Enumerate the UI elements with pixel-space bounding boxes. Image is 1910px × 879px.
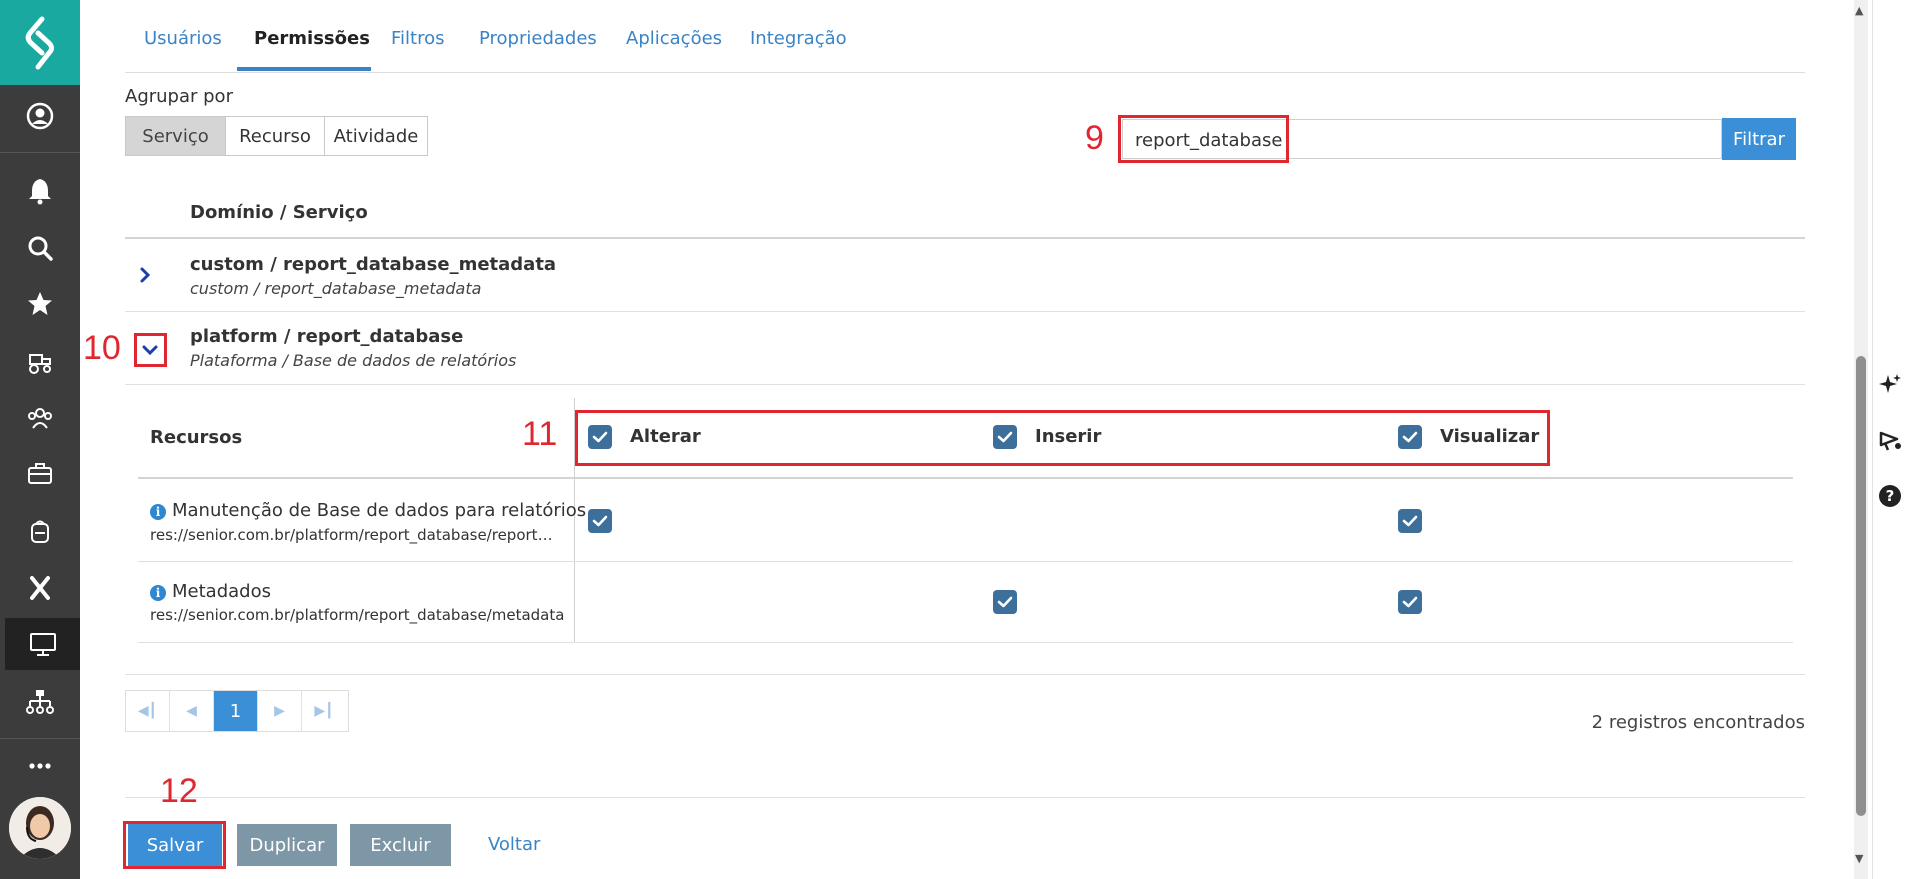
tab-integracao[interactable]: Integração bbox=[750, 28, 847, 64]
tab-filtros[interactable]: Filtros bbox=[391, 28, 445, 64]
nav-divider bbox=[0, 152, 80, 153]
resource-path: res://senior.com.br/platform/report_data… bbox=[150, 606, 565, 624]
grid-row-divider bbox=[138, 642, 1793, 643]
app-logo[interactable] bbox=[0, 0, 80, 85]
column-header-inserir: Inserir bbox=[1035, 426, 1102, 447]
nav-more-icon[interactable] bbox=[0, 740, 80, 792]
resource-name: Metadados bbox=[172, 581, 271, 602]
last-page-icon[interactable]: ▶┃ bbox=[302, 691, 346, 731]
user-avatar[interactable] bbox=[9, 797, 71, 859]
duplicate-button[interactable]: Duplicar bbox=[237, 824, 337, 866]
annotation-box-filter bbox=[1118, 115, 1289, 163]
annotation-step-10: 10 bbox=[83, 329, 121, 367]
scroll-up-icon[interactable]: ▲ bbox=[1855, 4, 1863, 17]
nav-bell-icon[interactable] bbox=[0, 164, 80, 216]
records-count: 2 registros encontrados bbox=[1591, 712, 1805, 733]
chevron-right-icon bbox=[140, 267, 151, 283]
row-title: platform / report_database bbox=[190, 326, 464, 347]
scrollbar-thumb[interactable] bbox=[1856, 356, 1866, 816]
grid-row-divider bbox=[138, 561, 1793, 562]
resource-path: res://senior.com.br/platform/report_data… bbox=[150, 526, 560, 544]
column-header-alterar: Alterar bbox=[630, 426, 701, 447]
nav-briefcase-icon[interactable] bbox=[0, 448, 80, 500]
group-by-recurso-button[interactable]: Recurso bbox=[225, 116, 325, 156]
group-by-label: Agrupar por bbox=[125, 86, 233, 107]
annotation-step-11: 11 bbox=[522, 415, 558, 453]
delete-button[interactable]: Excluir bbox=[350, 824, 451, 866]
select-all-inserir-checkbox[interactable] bbox=[993, 425, 1017, 449]
nav-tractor-icon[interactable] bbox=[0, 335, 80, 387]
resources-header: Recursos bbox=[150, 427, 243, 448]
sparkle-icon[interactable] bbox=[1877, 372, 1903, 398]
nav-org-chart-icon[interactable] bbox=[0, 676, 80, 728]
right-rail-divider bbox=[1872, 0, 1873, 879]
chevron-down-icon bbox=[142, 345, 158, 356]
expand-row-button[interactable] bbox=[133, 263, 157, 287]
tab-aplicacoes[interactable]: Aplicações bbox=[626, 28, 722, 64]
scroll-down-icon[interactable]: ▼ bbox=[1855, 852, 1863, 865]
annotation-step-12: 12 bbox=[160, 772, 198, 810]
column-header-visualizar: Visualizar bbox=[1440, 426, 1540, 447]
row-divider bbox=[125, 384, 1805, 385]
back-link[interactable]: Voltar bbox=[488, 834, 540, 855]
pagination: ◀┃ ◀ 1 ▶ ▶┃ bbox=[125, 690, 349, 732]
left-navigation bbox=[0, 0, 80, 879]
permission-checkbox-visualizar[interactable] bbox=[1398, 509, 1422, 533]
info-icon[interactable]: i bbox=[150, 585, 166, 601]
nav-monitor-icon[interactable] bbox=[5, 618, 80, 670]
row-divider bbox=[125, 311, 1805, 312]
column-header-domain-service: Domínio / Serviço bbox=[190, 202, 368, 223]
senior-logo-icon bbox=[25, 16, 54, 69]
nav-x-icon[interactable] bbox=[0, 562, 80, 614]
nav-profile-icon[interactable] bbox=[0, 90, 80, 142]
nav-search-icon[interactable] bbox=[0, 222, 80, 274]
resource-name: Manutenção de Base de dados para relatór… bbox=[172, 500, 587, 521]
row-subtitle: custom / report_database_metadata bbox=[190, 279, 482, 298]
row-subtitle: Plataforma / Base de dados de relatórios bbox=[190, 351, 517, 370]
tab-usuarios[interactable]: Usuários bbox=[144, 28, 222, 64]
nav-divider bbox=[0, 738, 80, 739]
check-icon bbox=[1402, 431, 1418, 443]
tabs-divider bbox=[125, 72, 1805, 73]
check-icon bbox=[592, 431, 608, 443]
permission-checkbox-inserir[interactable] bbox=[993, 590, 1017, 614]
annotation-step-9: 9 bbox=[1085, 119, 1104, 157]
info-icon[interactable]: i bbox=[150, 504, 166, 520]
nav-team-icon[interactable] bbox=[0, 392, 80, 444]
tab-propriedades[interactable]: Propriedades bbox=[479, 28, 597, 64]
row-title: custom / report_database_metadata bbox=[190, 254, 557, 275]
next-page-icon[interactable]: ▶ bbox=[258, 691, 302, 731]
first-page-icon[interactable]: ◀┃ bbox=[126, 691, 170, 731]
permission-checkbox-visualizar[interactable] bbox=[1398, 590, 1422, 614]
check-icon bbox=[997, 596, 1013, 608]
check-icon bbox=[997, 431, 1013, 443]
save-button[interactable]: Salvar bbox=[128, 824, 222, 866]
check-icon bbox=[1402, 515, 1418, 527]
active-tab-indicator bbox=[237, 67, 371, 71]
select-all-visualizar-checkbox[interactable] bbox=[1398, 425, 1422, 449]
footer-divider bbox=[125, 797, 1805, 798]
help-icon[interactable]: ? bbox=[1879, 485, 1901, 507]
nav-backpack-icon[interactable] bbox=[0, 505, 80, 557]
avatar-portrait-icon bbox=[9, 797, 71, 859]
grid-header-divider bbox=[138, 477, 1793, 479]
nav-star-icon[interactable] bbox=[0, 278, 80, 330]
permission-checkbox-alterar[interactable] bbox=[588, 509, 612, 533]
tab-permissoes[interactable]: Permissões bbox=[254, 28, 370, 64]
previous-page-icon[interactable]: ◀ bbox=[170, 691, 214, 731]
page-number-current[interactable]: 1 bbox=[214, 691, 258, 731]
select-all-alterar-checkbox[interactable] bbox=[588, 425, 612, 449]
announcement-icon[interactable] bbox=[1877, 428, 1903, 454]
check-icon bbox=[1402, 596, 1418, 608]
group-by-atividade-button[interactable]: Atividade bbox=[324, 116, 428, 156]
filter-button[interactable]: Filtrar bbox=[1722, 118, 1796, 160]
check-icon bbox=[592, 515, 608, 527]
table-bottom-divider bbox=[125, 674, 1805, 675]
collapse-row-button[interactable] bbox=[138, 338, 162, 362]
header-divider bbox=[125, 237, 1805, 239]
group-by-servico-button[interactable]: Serviço bbox=[125, 116, 226, 156]
